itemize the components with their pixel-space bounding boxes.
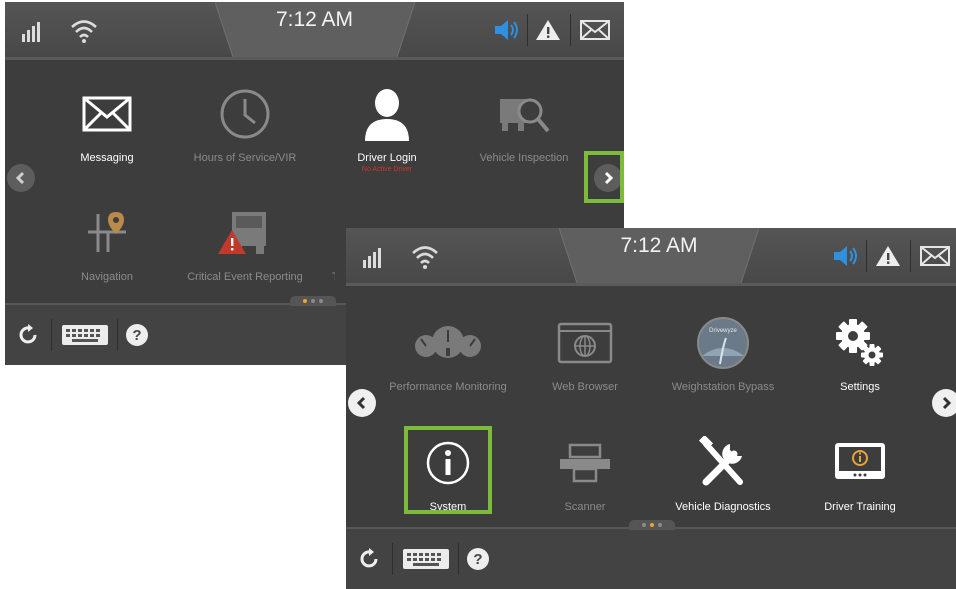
gauges-icon [373,313,523,373]
app-label: Messaging [80,152,134,164]
envelope-icon [32,84,182,144]
help-icon[interactable]: ? [464,541,492,577]
bottom-toolbar: ? [346,520,956,589]
app-scanner[interactable]: Scanner [510,433,660,533]
divider [117,319,118,351]
app-performance-monitoring[interactable]: Performance Monitoring [373,313,523,413]
app-label: Vehicle Inspection [479,152,569,164]
app-label: Navigation [81,271,133,283]
signal-icon [360,228,390,283]
page-indicator [290,296,336,306]
app-label: Web Browser [552,381,618,393]
person-icon [312,84,462,144]
clock-panel: 7:12 AM [559,228,759,283]
app-label: Driver Training [824,501,896,513]
app-weighstation-bypass[interactable]: Drivewyze Weighstation Bypass [648,313,798,413]
browser-icon [510,313,660,373]
app-label: Vehicle Diagnostics [675,501,771,513]
divider [910,240,911,272]
keyboard-icon[interactable] [59,317,111,353]
warning-icon[interactable] [532,14,564,46]
app-label: Driver Login [357,152,417,164]
next-page-highlight [584,151,624,203]
refresh-icon[interactable] [356,541,384,577]
app-label: Hours of Service/VIR [193,152,297,164]
app-vehicle-diagnostics[interactable]: Vehicle Diagnostics [648,433,798,533]
page-indicator [629,520,675,530]
wifi-icon [408,228,442,283]
app-label: Performance Monitoring [389,381,507,393]
divider [392,543,393,575]
app-partial[interactable]: Tra [295,203,335,303]
clock-icon [170,84,320,144]
app-label: Weighstation Bypass [671,381,775,393]
app-hours-of-service[interactable]: Hours of Service/VIR [170,84,320,184]
app-settings[interactable]: Settings [785,313,935,413]
drivewyze-icon: Drivewyze [648,313,798,373]
app-driver-training[interactable]: Driver Training [785,433,935,533]
truck-magnifier-icon [449,84,599,144]
gears-icon [785,313,935,373]
signal-icon [19,2,49,57]
speaker-icon[interactable] [490,14,522,46]
next-page-button[interactable] [932,389,956,417]
app-label: Settings [840,381,880,393]
mail-icon[interactable] [579,14,611,46]
prev-page-button[interactable] [348,389,376,417]
app-navigation[interactable]: Navigation [32,203,182,303]
map-pin-icon [32,203,182,263]
tools-icon [648,433,798,493]
clock-panel: 7:12 AM [214,2,415,57]
scanner-icon [510,433,660,493]
svg-text:?: ? [132,327,141,344]
divider [527,14,528,46]
drivewyze-logo-text: Drivewyze [709,328,737,334]
training-monitor-icon [785,433,935,493]
tablet-screen-page-2: 7:12 AM Performance Monitoring Web Brows… [346,228,956,589]
wifi-icon [67,2,101,57]
clock-time: 7:12 AM [620,234,698,257]
divider [570,14,571,46]
status-bar: 7:12 AM [5,2,624,60]
app-label: Tra [295,271,335,283]
driver-status-warning: No Active Driver [361,166,413,173]
app-web-browser[interactable]: Web Browser [510,313,660,413]
mail-icon[interactable] [919,240,951,272]
system-highlight [404,426,492,514]
clock-time: 7:12 AM [275,8,354,31]
speaker-icon[interactable] [829,240,861,272]
divider [51,319,52,351]
divider [866,240,867,272]
help-icon[interactable]: ? [123,317,151,353]
app-messaging[interactable]: Messaging [32,84,182,184]
app-label: Scanner [564,501,606,513]
app-vehicle-inspection[interactable]: Vehicle Inspection [449,84,599,184]
warning-icon[interactable] [872,240,904,272]
status-bar: 7:12 AM [346,228,956,286]
divider [458,543,459,575]
svg-text:?: ? [473,551,482,568]
prev-page-button[interactable] [7,164,35,192]
keyboard-icon[interactable] [400,541,452,577]
app-driver-login[interactable]: Driver Login No Active Driver [312,84,462,184]
refresh-icon[interactable] [15,317,43,353]
